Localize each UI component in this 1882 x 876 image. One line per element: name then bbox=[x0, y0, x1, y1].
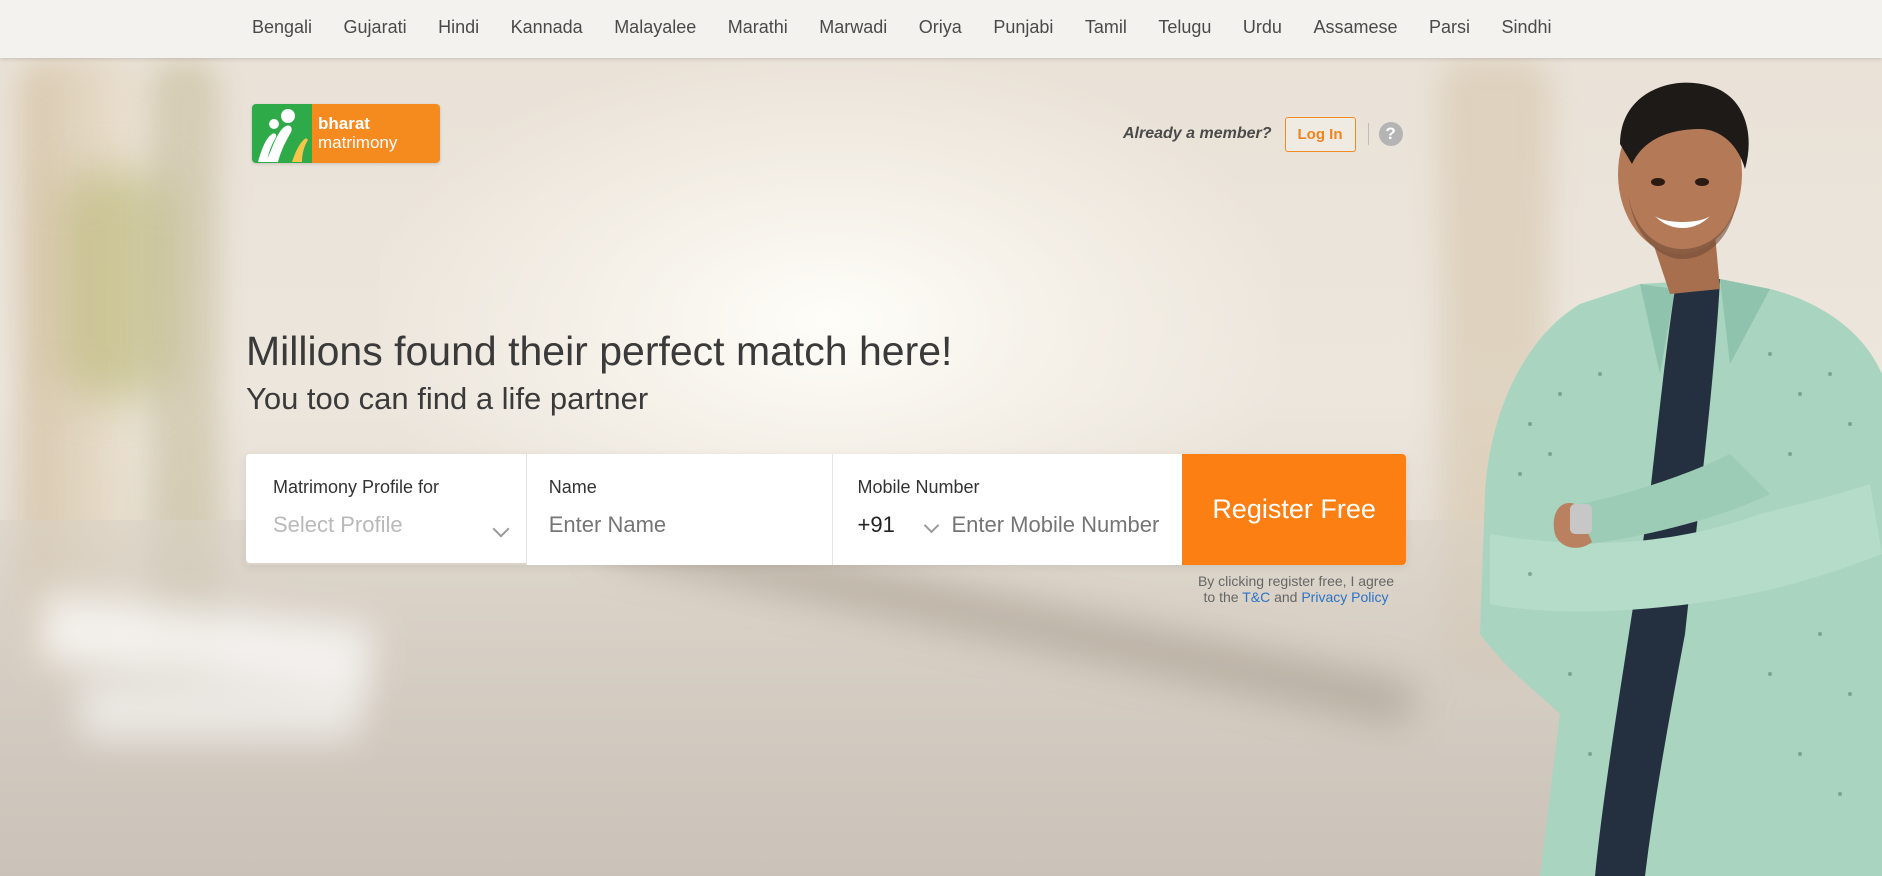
name-field: Name bbox=[525, 454, 833, 565]
language-link-oriya[interactable]: Oriya bbox=[919, 17, 962, 38]
profile-label: Matrimony Profile for bbox=[273, 477, 440, 497]
terms-prefix: to the bbox=[1203, 589, 1239, 605]
language-link-bengali[interactable]: Bengali bbox=[252, 17, 312, 38]
mobile-label: Mobile Number bbox=[857, 477, 980, 497]
page: Bengali Gujarati Hindi Kannada Malayalee Mara… bbox=[0, 0, 1882, 876]
logo-emblem bbox=[252, 104, 312, 163]
language-link-parsi[interactable]: Parsi bbox=[1429, 17, 1470, 38]
language-link-marathi[interactable]: Marathi bbox=[728, 17, 788, 38]
language-link-urdu[interactable]: Urdu bbox=[1243, 17, 1282, 38]
language-link-hindi[interactable]: Hindi bbox=[438, 17, 479, 38]
language-link-sindhi[interactable]: Sindhi bbox=[1502, 17, 1552, 38]
background-plant bbox=[60, 170, 170, 400]
page-subheadline: You too can find a life partner bbox=[246, 381, 649, 416]
divider bbox=[1367, 123, 1369, 145]
logo-text-bharat: bharat bbox=[318, 114, 370, 133]
registration-form: Matrimony Profile for Select Profile Nam… bbox=[246, 454, 1406, 565]
privacy-policy-link[interactable]: Privacy Policy bbox=[1301, 589, 1388, 605]
language-link-telugu[interactable]: Telugu bbox=[1158, 17, 1211, 38]
country-code-select[interactable]: +91 bbox=[857, 512, 894, 538]
profile-select[interactable]: Matrimony Profile for Select Profile bbox=[246, 454, 526, 563]
page-headline: Millions found their perfect match here! bbox=[246, 328, 953, 374]
mobile-input[interactable] bbox=[951, 512, 1177, 538]
name-input[interactable] bbox=[548, 512, 819, 538]
register-free-button[interactable]: Register Free bbox=[1182, 454, 1406, 565]
help-icon[interactable]: ? bbox=[1378, 122, 1403, 146]
terms-notice: By clicking register free, I agree to th… bbox=[1188, 573, 1404, 605]
logo-figures-icon bbox=[258, 109, 308, 162]
language-list: Bengali Gujarati Hindi Kannada Malayalee Mara… bbox=[252, 0, 1583, 54]
logo-text-matrimony: matrimony bbox=[318, 133, 398, 152]
mobile-field: Mobile Number +91 bbox=[832, 454, 1183, 565]
language-link-gujarati[interactable]: Gujarati bbox=[344, 17, 407, 38]
background-highlight bbox=[80, 680, 360, 740]
bharat-matrimony-logo[interactable]: bharat matrimony bbox=[252, 104, 440, 163]
tc-link[interactable]: T&C bbox=[1242, 589, 1270, 605]
terms-and: and bbox=[1274, 589, 1298, 605]
chevron-down-icon[interactable] bbox=[924, 517, 940, 534]
already-member-text: Already a member? bbox=[1123, 125, 1272, 142]
chevron-down-icon[interactable] bbox=[492, 520, 510, 538]
terms-text: By clicking register free, I agree bbox=[1197, 573, 1395, 589]
brand-ambassador-image bbox=[1480, 82, 1882, 876]
language-link-marwadi[interactable]: Marwadi bbox=[819, 17, 887, 38]
language-link-tamil[interactable]: Tamil bbox=[1085, 17, 1127, 38]
language-link-punjabi[interactable]: Punjabi bbox=[993, 17, 1053, 38]
language-bar: Bengali Gujarati Hindi Kannada Malayalee Mara… bbox=[0, 0, 1882, 58]
language-link-kannada[interactable]: Kannada bbox=[511, 17, 583, 38]
member-login-area: Already a member? Log In ? bbox=[1123, 116, 1403, 152]
logo-wordmark: bharat matrimony bbox=[312, 104, 440, 163]
name-label: Name bbox=[548, 477, 597, 497]
language-link-malayalee[interactable]: Malayalee bbox=[614, 17, 696, 38]
profile-select-value[interactable]: Select Profile bbox=[273, 512, 403, 538]
login-button[interactable]: Log In bbox=[1284, 116, 1356, 152]
language-link-assamese[interactable]: Assamese bbox=[1313, 17, 1397, 38]
